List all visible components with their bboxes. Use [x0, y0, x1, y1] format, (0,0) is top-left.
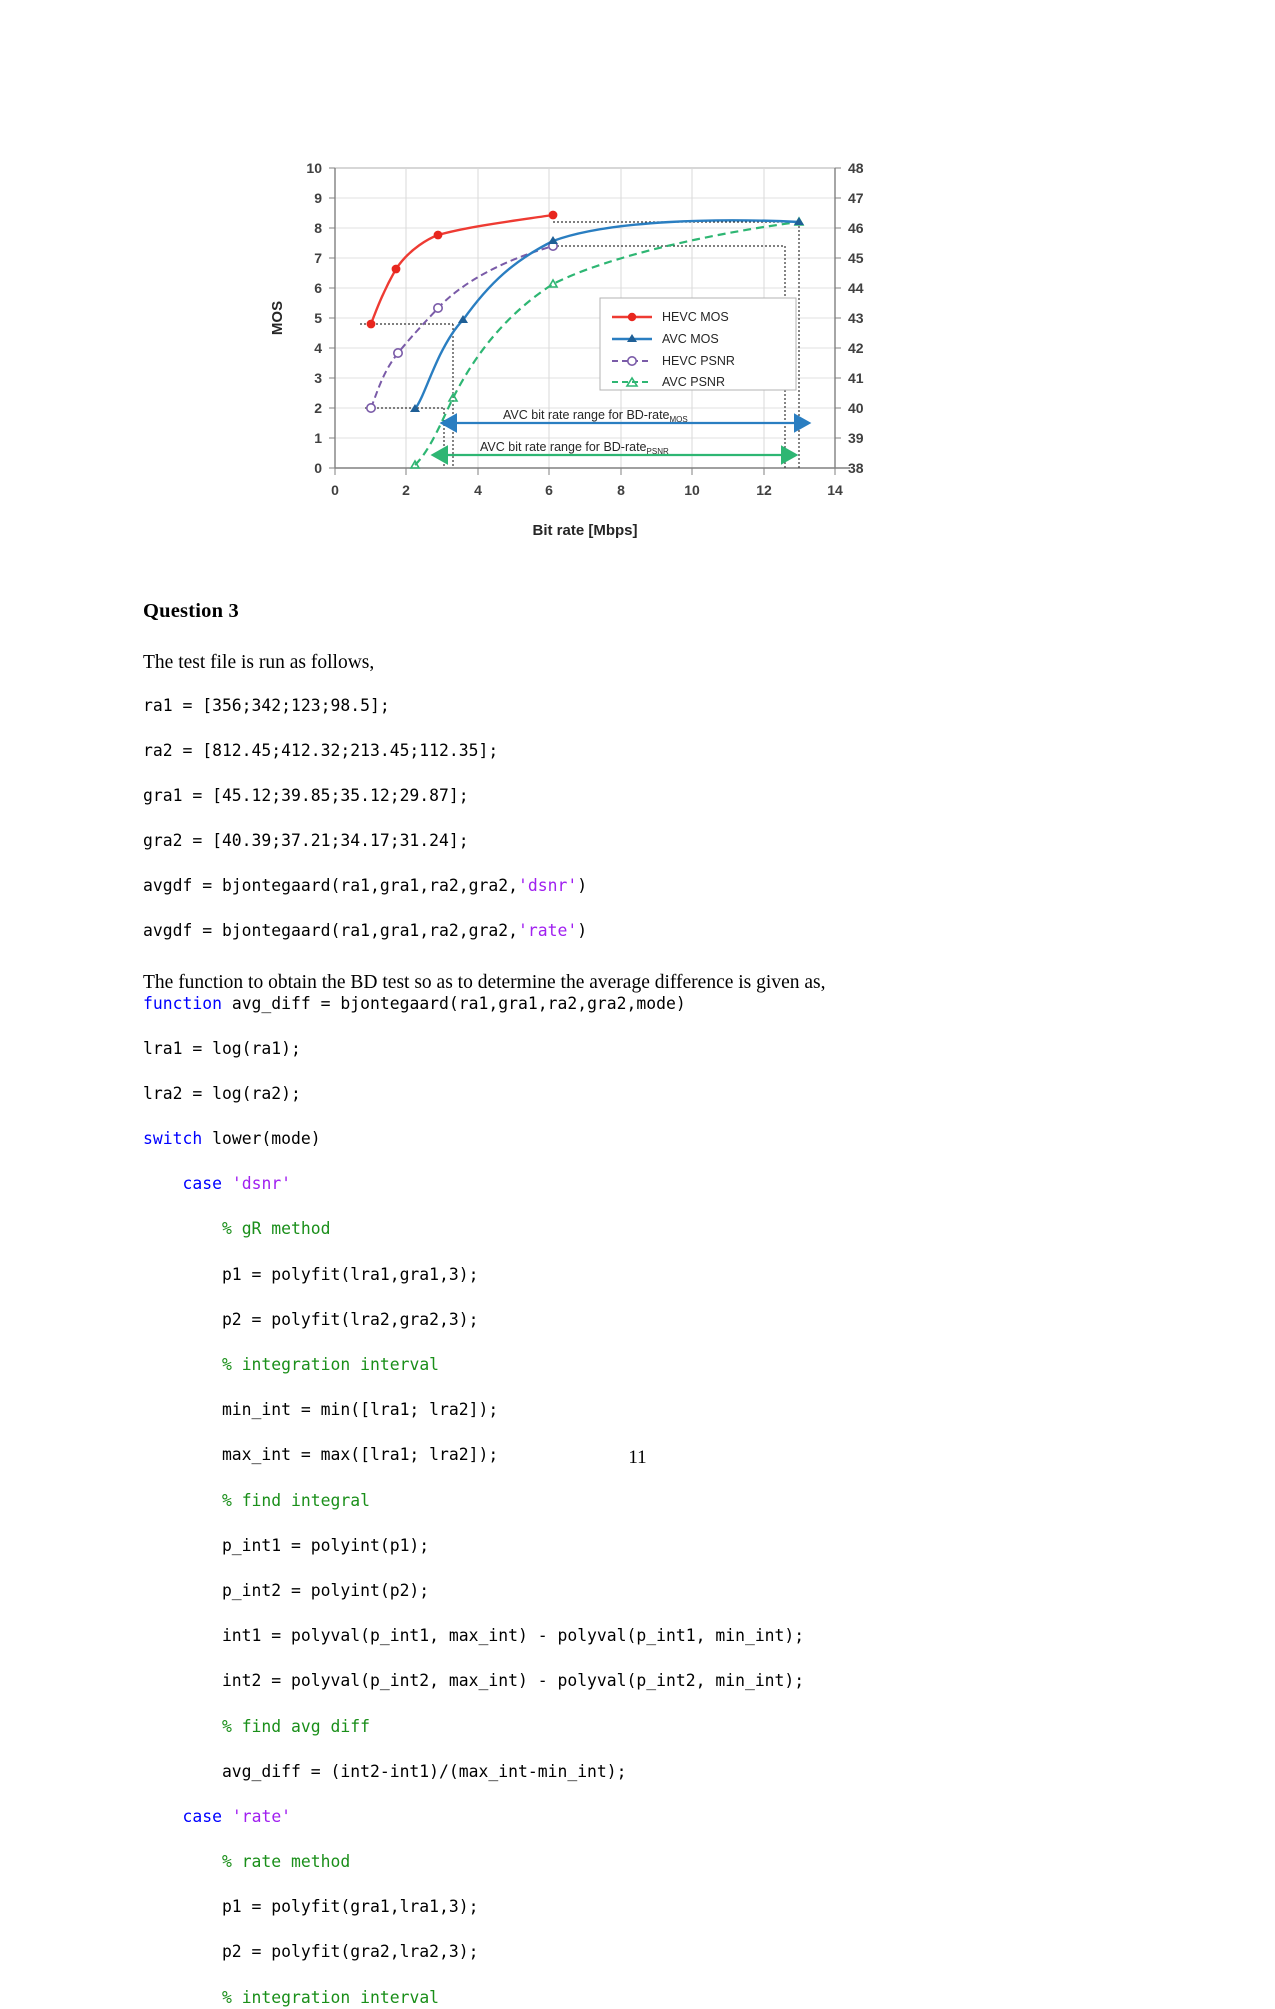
svg-text:8: 8 [314, 220, 322, 236]
code-line: lra1 = log(ra1); [143, 1038, 301, 1058]
svg-text:45: 45 [848, 250, 864, 266]
svg-text:44: 44 [848, 280, 864, 296]
left-axis-ticks: 10 9 8 7 6 5 4 3 2 1 0 [306, 160, 335, 476]
code-line: p1 = polyfit(gra1,lra1,3); [143, 1897, 479, 1917]
code-line: avg_diff = (int2-int1)/(max_int-min_int)… [143, 1761, 627, 1781]
code-line: case 'rate' [182, 1806, 292, 1826]
document-body: Question 3 The test file is run as follo… [143, 600, 1133, 2009]
svg-text:8: 8 [617, 482, 625, 498]
annotation-mos-range: AVC bit rate range for BD-rateMOS [439, 408, 812, 433]
question-heading: Question 3 [143, 600, 239, 622]
code-line: p_int1 = polyint(p1); [143, 1535, 430, 1555]
svg-text:48: 48 [848, 160, 864, 176]
svg-text:6: 6 [545, 482, 553, 498]
code-line: int1 = polyval(p_int1, max_int) - polyva… [143, 1626, 805, 1646]
svg-text:41: 41 [848, 370, 864, 386]
code-line: switch lower(mode) [143, 1129, 321, 1149]
code-block-function: function avg_diff = bjontegaard(ra1,gra1… [143, 993, 1133, 2009]
code-line: int2 = polyval(p_int2, max_int) - polyva… [143, 1671, 805, 1691]
svg-text:4: 4 [474, 482, 482, 498]
right-axis-ticks: 48 47 46 45 44 43 42 41 40 39 38 [835, 160, 864, 476]
code-line: % find integral [221, 1490, 370, 1510]
legend-label-hevc-psnr: HEVC PSNR [662, 354, 735, 368]
svg-text:12: 12 [756, 482, 772, 498]
code-line: % gR method [221, 1219, 331, 1239]
code-line: min_int = min([lra1; lra2]); [143, 1400, 499, 1420]
annotation-psnr-range: AVC bit rate range for BD-ratePSNR [430, 440, 799, 465]
code-line: % find avg diff [221, 1716, 370, 1736]
code-line: gra1 = [45.12;39.85;35.12;29.87]; [143, 785, 469, 805]
code-block-test-file: ra1 = [356;342;123;98.5]; ra2 = [812.45;… [143, 695, 1133, 944]
bd-rate-chart-figure: 10 9 8 7 6 5 4 3 2 1 0 48 47 46 45 44 43… [250, 150, 910, 550]
chart-legend: HEVC MOS AVC MOS HEVC PSNR AVC PSNR [599, 297, 797, 391]
code-line: avgdf = bjontegaard(ra1,gra1,ra2,gra2,'r… [143, 921, 588, 941]
svg-text:6: 6 [314, 280, 322, 296]
svg-text:46: 46 [848, 220, 864, 236]
svg-text:38: 38 [848, 460, 864, 476]
page-number: 11 [628, 1447, 647, 1468]
code-line: avgdf = bjontegaard(ra1,gra1,ra2,gra2,'d… [143, 876, 588, 896]
code-line: % integration interval [221, 1355, 440, 1375]
code-line: p_int2 = polyint(p2); [143, 1580, 430, 1600]
svg-text:42: 42 [848, 340, 864, 356]
svg-text:3: 3 [314, 370, 322, 386]
code-line: p2 = polyfit(lra2,gra2,3); [143, 1309, 479, 1329]
svg-text:39: 39 [848, 430, 864, 446]
intro-paragraph: The test file is run as follows, [143, 652, 375, 673]
document-page: 10 9 8 7 6 5 4 3 2 1 0 48 47 46 45 44 43… [0, 0, 1275, 2007]
svg-text:1: 1 [314, 430, 322, 446]
function-paragraph: The function to obtain the BD test so as… [143, 972, 826, 994]
y-axis-title: MOS [269, 301, 286, 335]
x-axis-title: Bit rate [Mbps] [533, 522, 638, 539]
svg-text:5: 5 [314, 310, 322, 326]
code-line: p1 = polyfit(lra1,gra1,3); [143, 1264, 479, 1284]
svg-text:2: 2 [314, 400, 322, 416]
svg-text:7: 7 [314, 250, 322, 266]
svg-text:14: 14 [827, 482, 843, 498]
code-line: % rate method [221, 1852, 351, 1872]
chart-canvas: 10 9 8 7 6 5 4 3 2 1 0 48 47 46 45 44 43… [269, 160, 864, 539]
code-line: function avg_diff = bjontegaard(ra1,gra1… [143, 993, 686, 1013]
annotation-mos-range-label: AVC bit rate range for BD-rateMOS [503, 408, 688, 424]
svg-text:2: 2 [402, 482, 410, 498]
svg-text:47: 47 [848, 190, 864, 206]
code-line: ra1 = [356;342;123;98.5]; [143, 695, 390, 715]
code-line: gra2 = [40.39;37.21;34.17;31.24]; [143, 831, 469, 851]
svg-text:10: 10 [306, 160, 322, 176]
svg-text:0: 0 [331, 482, 339, 498]
code-line: ra2 = [812.45;412.32;213.45;112.35]; [143, 740, 499, 760]
svg-text:43: 43 [848, 310, 864, 326]
svg-text:40: 40 [848, 400, 864, 416]
legend-label-hevc-mos: HEVC MOS [662, 310, 729, 324]
svg-text:10: 10 [684, 482, 700, 498]
code-line: case 'dsnr' [182, 1174, 292, 1194]
svg-text:9: 9 [314, 190, 322, 206]
code-line: % integration interval [221, 1987, 440, 2007]
code-line: lra2 = log(ra2); [143, 1083, 301, 1103]
x-axis-ticks: 0 2 4 6 8 10 12 14 [331, 468, 843, 498]
legend-label-avc-psnr: AVC PSNR [662, 375, 725, 389]
svg-text:0: 0 [314, 460, 322, 476]
legend-label-avc-mos: AVC MOS [662, 332, 719, 346]
annotation-psnr-range-label: AVC bit rate range for BD-ratePSNR [480, 440, 669, 456]
svg-text:4: 4 [314, 340, 322, 356]
code-line: p2 = polyfit(gra2,lra2,3); [143, 1942, 479, 1962]
